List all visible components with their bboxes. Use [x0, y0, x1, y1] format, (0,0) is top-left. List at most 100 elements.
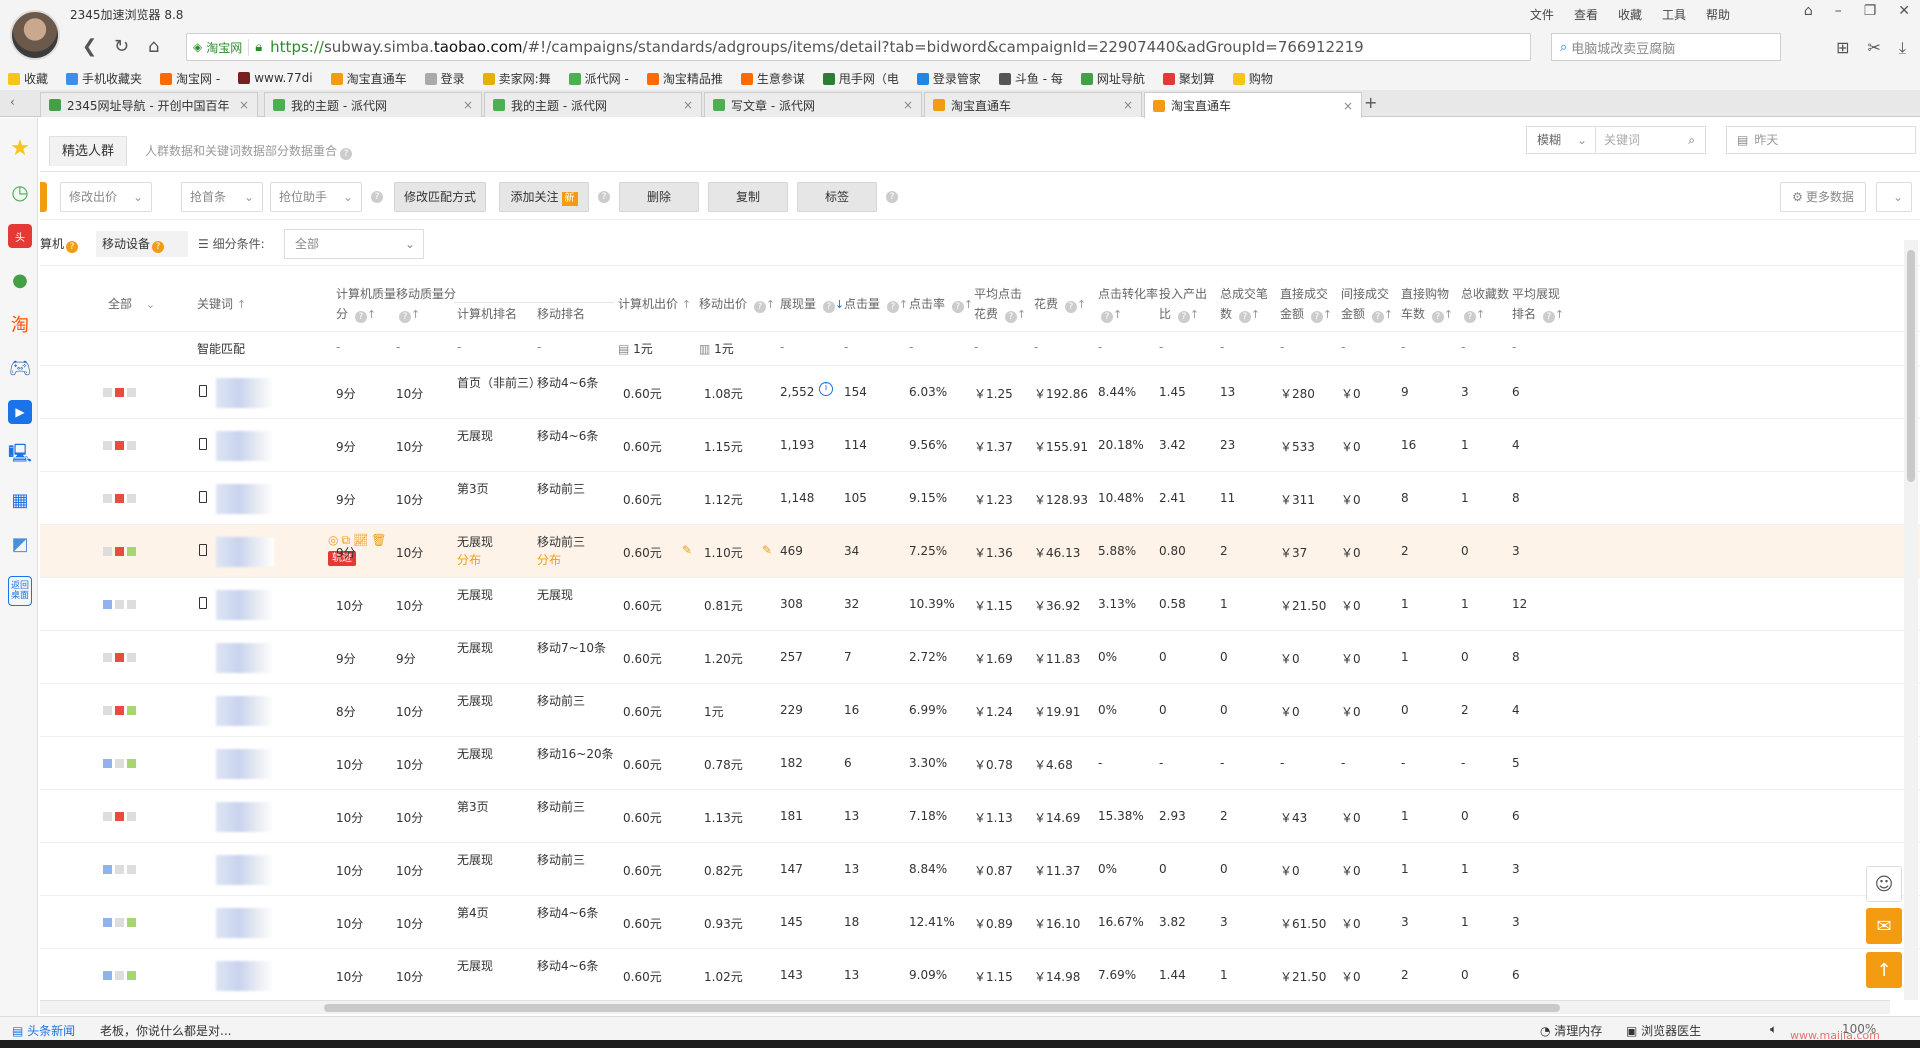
bookmark-item[interactable]: 聚划算	[1162, 70, 1215, 87]
column-header-roi[interactable]: 投入产出比 ? ↑	[1159, 284, 1215, 325]
help-icon[interactable]: ?	[340, 148, 353, 160]
cell-pb[interactable]: 0.60元	[623, 756, 662, 773]
menu-tools[interactable]: 工具	[1662, 6, 1686, 23]
column-header-mob-rank[interactable]: 移动排名	[537, 304, 585, 324]
bookmark-item[interactable]: 网址导航	[1080, 70, 1145, 87]
match-mode-select[interactable]: 模糊 ⌄	[1526, 126, 1596, 154]
column-header-pc-rank[interactable]: 计算机排名	[457, 304, 517, 324]
bookmark-item[interactable]: 斗鱼 - 每	[998, 70, 1063, 87]
table-row[interactable]: 首页（非前三） 移动4~6条 9分 10分 0.60元 1.08元 2,552 154 6.03…	[40, 366, 1920, 419]
modify-match-button[interactable]: 修改匹配方式	[394, 182, 486, 212]
new-tab-button[interactable]: +	[1364, 93, 1377, 112]
close-icon[interactable]: ✕	[1898, 3, 1910, 19]
scroll-thumb[interactable]	[1907, 250, 1915, 482]
add-follow-button[interactable]: 添加关注新	[499, 182, 589, 212]
table-row[interactable]: ◎ ⧉ 📈︎ 🗑︎ 轨迹 ✎ ✎ 无展现 分布 移动前三 分布 9分 10分 0.60元 1.10元 469 3…	[40, 525, 1920, 578]
scissors-icon[interactable]: ✂	[1868, 38, 1881, 58]
column-header-cvr[interactable]: 点击转化率 ? ↑	[1098, 284, 1160, 325]
close-tab-icon[interactable]: ×	[1343, 99, 1353, 113]
menu-favorites[interactable]: 收藏	[1618, 6, 1642, 23]
table-row[interactable]: 无展现 移动7~10条 9分 9分 0.60元 1.20元 257 7 2.72% ￥1.69 ￥1…	[40, 631, 1920, 684]
bookmark-item[interactable]: 甩手网（电	[822, 70, 899, 87]
column-header-clicks[interactable]: 点击量 ? ↑	[844, 294, 908, 315]
keyword-text-blurred[interactable]	[216, 802, 274, 832]
browser-tab[interactable]: 我的主题 - 派代网 ×	[484, 92, 702, 117]
column-header-total-fav[interactable]: 总收藏数 ? ↑	[1461, 284, 1511, 325]
cell-mb[interactable]: 1.13元	[704, 809, 743, 826]
cell-pb[interactable]: 0.60元	[623, 968, 662, 985]
cell-pb[interactable]: 0.60元	[623, 438, 662, 455]
bookmark-item[interactable]: www.77di	[238, 71, 313, 85]
calculator-icon[interactable]: ▦	[8, 488, 32, 512]
game-icon[interactable]: 🎮︎	[8, 356, 32, 380]
column-header-direct-cart[interactable]: 直接购物车数 ? ↑	[1401, 284, 1459, 325]
keyword-text-blurred[interactable]	[216, 908, 274, 938]
cell-pb[interactable]: 0.60元	[623, 385, 662, 402]
toutiao-icon[interactable]: 头	[8, 224, 32, 248]
table-row[interactable]: 第3页 移动前三 9分 10分 0.60元 1.12元 1,148 105 9.15% ￥1.23…	[40, 472, 1920, 525]
cell-mb[interactable]: 1.08元	[704, 385, 743, 402]
collapse-tab[interactable]	[40, 182, 47, 212]
table-row[interactable]: 无展现 无展现 10分 10分 0.60元 0.81元 308 32 10.39% ￥1.15 ￥3…	[40, 578, 1920, 631]
cell-mb[interactable]: 0.81元	[704, 597, 743, 614]
browser-tab[interactable]: 2345网址导航 - 开创中国百年 ×	[40, 92, 258, 117]
column-header-mob-quality[interactable]: 移动质量分 ? ↑	[396, 284, 456, 325]
cell-mb[interactable]: 0.93元	[704, 915, 743, 932]
close-tab-icon[interactable]: ×	[903, 98, 913, 112]
bookmark-item[interactable]: 卖家网:舞	[482, 70, 551, 87]
cell-pb[interactable]: 0.60元	[623, 597, 662, 614]
column-header-total-deals[interactable]: 总成交笔数 ? ↑	[1220, 284, 1278, 325]
scroll-thumb[interactable]	[324, 1004, 1560, 1012]
download-icon[interactable]: ⤓	[1899, 38, 1906, 58]
segment-select[interactable]: 全部 ⌄	[284, 229, 424, 259]
column-header-ctr[interactable]: 点击率 ? ↑	[909, 294, 973, 315]
column-header-mob-bid[interactable]: 移动出价 ? ↑	[699, 294, 775, 315]
keyword-text-blurred[interactable]	[216, 643, 274, 673]
menu-view[interactable]: 查看	[1574, 6, 1598, 23]
skin-icon[interactable]: ⌂	[1804, 3, 1813, 19]
cell-mb[interactable]: 1.02元	[704, 968, 743, 985]
column-header-indirect-gmv[interactable]: 间接成交金额 ? ↑	[1341, 284, 1399, 325]
expand-button[interactable]: ⌄	[1876, 182, 1912, 212]
column-header-keyword[interactable]: 关键词 ↑	[197, 294, 246, 315]
cell-pb[interactable]: 0.60元	[623, 915, 662, 932]
edit-mobile-bid-icon[interactable]: ✎	[762, 543, 772, 557]
table-row[interactable]: 无展现 移动16~20条 10分 10分 0.60元 0.78元 182 6 3.30% ￥0.7…	[40, 737, 1920, 790]
column-header-pc-quality[interactable]: 计算机质量分 ? ↑	[336, 284, 400, 325]
volume-icon[interactable]: 🔈︎	[1770, 1022, 1777, 1037]
help-icon[interactable]: ?	[371, 191, 383, 203]
smart-mobile-bid[interactable]: ▥ 1元	[699, 340, 734, 357]
table-row[interactable]: 无展现 移动前三 8分 10分 0.60元 1元 229 16 6.99% ￥1.24 ￥19.91…	[40, 684, 1920, 737]
taobao-icon[interactable]: 淘	[8, 312, 32, 336]
restore-icon[interactable]: ❐	[1864, 3, 1877, 19]
keyword-text-blurred[interactable]	[216, 431, 274, 461]
help-icon[interactable]: ?	[886, 191, 898, 203]
bookmark-item[interactable]: 登录	[424, 70, 465, 87]
close-tab-icon[interactable]: ×	[1123, 98, 1133, 112]
rank-helper-dropdown[interactable]: 抢位助手 ⌄	[270, 182, 362, 212]
bookmark-item[interactable]: 收藏	[8, 70, 48, 87]
bookmark-item[interactable]: 淘宝直通车	[330, 70, 407, 87]
browser-tab[interactable]: 淘宝直通车 ×	[1144, 92, 1362, 118]
vertical-scrollbar[interactable]	[1904, 240, 1918, 1000]
cell-pb[interactable]: 0.60元	[623, 703, 662, 720]
address-bar[interactable]: ◈ 淘宝网 🔒︎ https://subway.simba.taobao.com…	[186, 33, 1531, 61]
keyword-text-blurred[interactable]	[216, 749, 274, 779]
browser-tab[interactable]: 写文章 - 派代网 ×	[704, 92, 922, 117]
modify-bid-dropdown[interactable]: 修改出价 ⌄	[60, 182, 152, 212]
browser-doctor-button[interactable]: ▣ 浏览器医生	[1626, 1022, 1701, 1039]
mobile-device-tab[interactable]: 移动设备?	[96, 231, 188, 257]
back-icon[interactable]: ❮	[82, 36, 97, 57]
news-ticker[interactable]: 老板，你说什么都是对...	[100, 1022, 231, 1039]
notebook-icon[interactable]: ◩	[8, 532, 32, 556]
customer-service-icon[interactable]: ☺	[1866, 866, 1902, 902]
browser-tab[interactable]: 我的主题 - 派代网 ×	[264, 92, 482, 117]
column-header-pc-bid[interactable]: 计算机出价 ↑	[618, 294, 691, 315]
star-icon[interactable]: ★	[8, 136, 32, 161]
table-row[interactable]: 无展现 移动4~6条 9分 10分 0.60元 1.15元 1,193 114 9.56% ￥1.…	[40, 419, 1920, 472]
close-tab-icon[interactable]: ×	[239, 98, 249, 112]
minimize-icon[interactable]: –	[1835, 3, 1842, 19]
keyword-text-blurred[interactable]	[216, 696, 274, 726]
cell-mb[interactable]: 1.12元	[704, 491, 743, 508]
cell-mb[interactable]: 1元	[704, 703, 724, 720]
